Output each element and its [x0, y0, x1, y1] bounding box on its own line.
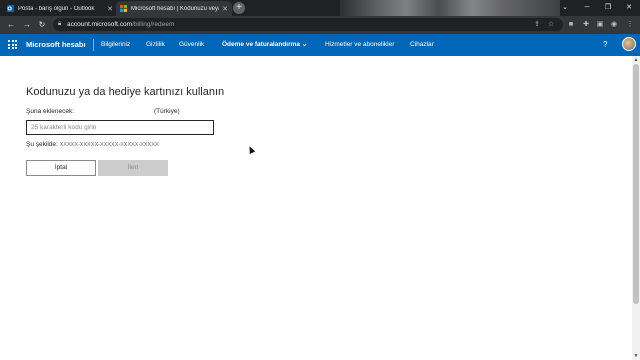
cancel-button[interactable]: İptal: [26, 160, 96, 176]
mouse-cursor: [246, 145, 256, 154]
help-icon[interactable]: ?: [603, 34, 607, 56]
forward-icon[interactable]: →: [21, 16, 33, 34]
microsoft-logo-icon: [120, 5, 127, 12]
tab-search-icon[interactable]: ⌄: [554, 0, 576, 16]
profile-icon[interactable]: ◉: [609, 17, 619, 33]
lock-icon[interactable]: 🔒︎: [58, 18, 61, 31]
minimize-icon[interactable]: ─: [576, 0, 598, 16]
code-input[interactable]: [26, 120, 214, 135]
nav-guvenlik[interactable]: Güvenlik: [179, 34, 204, 56]
bookmark-star-icon[interactable]: ☆: [546, 17, 556, 33]
new-tab-button[interactable]: +: [233, 2, 245, 14]
close-tab-icon[interactable]: ✕: [222, 5, 228, 13]
tab-title: Microsoft hesabı | Kodunuzu veya h: [131, 5, 220, 12]
nav-odeme-ve-faturalandirma[interactable]: Ödeme ve faturalandırma ⌄: [222, 34, 307, 56]
share-icon[interactable]: ⇪: [532, 17, 542, 33]
app-launcher-icon[interactable]: [8, 40, 17, 49]
format-hint: Şu şekilde: XXXXX-XXXXX-XXXXX-XXXXX-XXXX…: [26, 141, 159, 148]
reload-icon[interactable]: ↻: [36, 16, 48, 34]
nav-bilgileriniz[interactable]: Bilgileriniz: [101, 34, 130, 56]
nav-gizlilik[interactable]: Gizlilik: [146, 34, 165, 56]
close-tab-icon[interactable]: ✕: [107, 5, 113, 13]
scrollbar-thumb[interactable]: [633, 64, 639, 304]
tab-outlook[interactable]: Posta - barış olgun - Outlook ✕: [3, 1, 117, 16]
outlook-icon: [7, 5, 14, 12]
tab-microsoft-account[interactable]: Microsoft hesabı | Kodunuzu veya h ✕: [116, 1, 232, 16]
url-text[interactable]: account.microsoft.com/billing/redeem: [67, 18, 174, 31]
brand-link[interactable]: Microsoft hesabı: [26, 34, 86, 56]
close-window-icon[interactable]: ✕: [618, 0, 640, 16]
page-title: Kodunuzu ya da hediye kartınızı kullanın: [26, 86, 225, 98]
reading-list-icon[interactable]: ▣: [595, 17, 605, 33]
country-label: (Türkiye): [154, 108, 180, 115]
extension-red-icon[interactable]: ■: [566, 17, 576, 33]
microsoft-account-header: [0, 34, 640, 56]
tab-title: Posta - barış olgun - Outlook: [18, 5, 95, 12]
avatar[interactable]: [622, 37, 636, 51]
scroll-down-icon[interactable]: ▼: [632, 352, 640, 360]
nav-hizmetler-ve-abonelikler[interactable]: Hizmetler ve abonelikler: [325, 34, 394, 56]
next-button[interactable]: İleri: [98, 160, 168, 176]
restore-icon[interactable]: ❐: [597, 0, 619, 16]
back-icon[interactable]: ←: [5, 16, 17, 34]
nav-cihazlar[interactable]: Cihazlar: [410, 34, 434, 56]
chevron-down-icon: ⌄: [301, 41, 308, 48]
tab-strip-background-image: [340, 0, 560, 16]
chrome-menu-icon[interactable]: ⋮: [625, 17, 635, 33]
extensions-puzzle-icon[interactable]: ✚: [581, 17, 591, 33]
format-example: XXXXX-XXXXX-XXXXX-XXXXX-XXXXX: [59, 142, 159, 148]
scroll-up-icon[interactable]: ▲: [632, 56, 640, 64]
header-divider: [93, 39, 94, 51]
add-to-label: Şuna eklenecek:: [26, 108, 75, 115]
